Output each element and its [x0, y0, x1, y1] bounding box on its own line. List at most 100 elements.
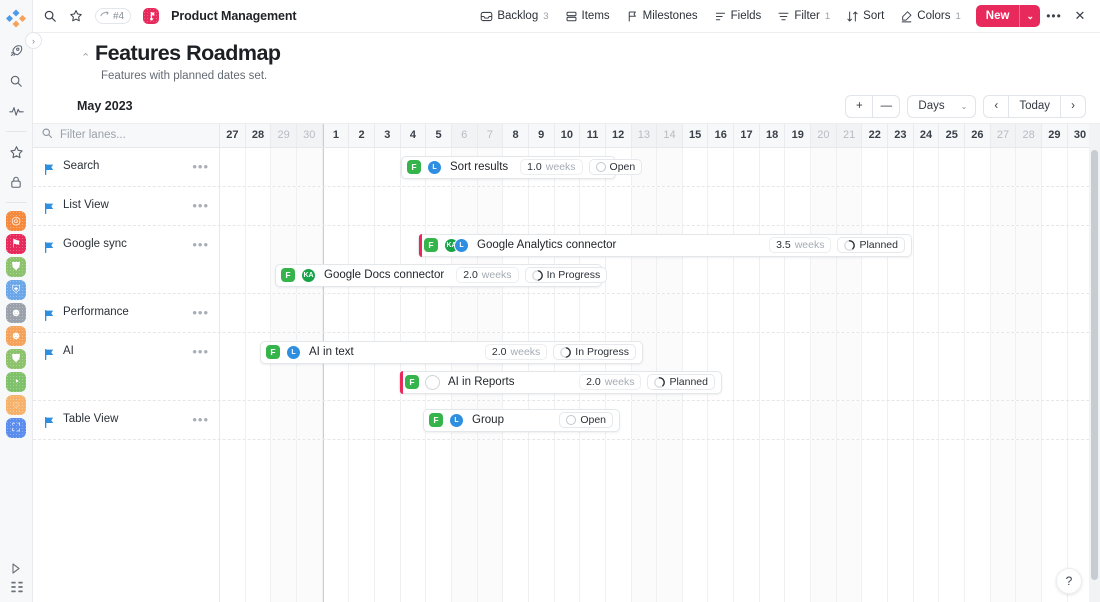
search-icon[interactable]	[5, 70, 27, 92]
lane-more-button[interactable]: •••	[192, 345, 209, 358]
app-person-gray[interactable]: ☻	[6, 303, 26, 323]
grid-cell-day-24[interactable]	[914, 226, 940, 293]
day-header-27[interactable]: 27	[991, 124, 1017, 147]
day-header-25[interactable]: 25	[939, 124, 965, 147]
day-header-17[interactable]: 17	[734, 124, 760, 147]
lane-label-search[interactable]: Search•••	[33, 148, 220, 186]
task-assignees[interactable]: KA	[301, 268, 316, 283]
grid-cell-day-28[interactable]	[246, 226, 272, 293]
grid-cell-day-28[interactable]	[1016, 187, 1042, 225]
task-assignees[interactable]: KAL	[444, 238, 469, 253]
item-id-badge[interactable]: #4	[95, 8, 131, 24]
grid-cell-day-2[interactable]	[349, 148, 375, 186]
day-header-8[interactable]: 8	[503, 124, 529, 147]
grid-cell-day-28[interactable]	[1016, 226, 1042, 293]
day-header-6[interactable]: 6	[452, 124, 478, 147]
grid-cell-day-10[interactable]	[555, 440, 581, 602]
star-icon[interactable]	[5, 141, 27, 163]
grid-cell-day-25[interactable]	[939, 187, 965, 225]
grid-cell-day-26[interactable]	[965, 226, 991, 293]
task-bar[interactable]: FLSort results1.0weeksOpen	[401, 156, 616, 179]
grid-cell-day-19[interactable]	[785, 294, 811, 332]
grid-cell-day-19[interactable]	[785, 187, 811, 225]
grid-cell-day-16[interactable]	[708, 148, 734, 186]
close-icon[interactable]: ✕	[1068, 4, 1092, 28]
task-status-chip[interactable]: In Progress	[553, 344, 636, 360]
grid-cell-day-23[interactable]	[888, 401, 914, 439]
grid-cell-day-27[interactable]	[220, 148, 246, 186]
grid-cell-day-28[interactable]	[1016, 294, 1042, 332]
prev-period-button[interactable]: ‹	[984, 96, 1008, 117]
grid-cell-day-29[interactable]	[1042, 187, 1068, 225]
app-product-management[interactable]: ⚑	[6, 234, 26, 254]
grid-cell-day-17[interactable]	[734, 333, 760, 400]
day-header-3[interactable]: 3	[375, 124, 401, 147]
day-header-2[interactable]: 2	[349, 124, 375, 147]
lanes-scroller[interactable]: Search•••FLSort results1.0weeksOpenList …	[33, 148, 1100, 602]
grid-cell-day-1[interactable]	[323, 401, 350, 439]
grid-cell-day-29[interactable]	[271, 148, 297, 186]
grid-cell-day-26[interactable]	[965, 440, 991, 602]
help-button[interactable]: ?	[1056, 568, 1082, 594]
day-header-29[interactable]: 29	[271, 124, 297, 147]
play-caret-icon[interactable]	[0, 563, 33, 574]
lane-timeline-body[interactable]	[220, 187, 1100, 225]
grid-cell-day-30[interactable]	[297, 187, 323, 225]
grid-cell-day-4[interactable]	[401, 294, 427, 332]
expand-sidebar-button[interactable]: ›	[25, 32, 42, 49]
grid-cell-day-11[interactable]	[580, 440, 606, 602]
grid-cell-day-16[interactable]	[708, 294, 734, 332]
grid-cell-day-24[interactable]	[914, 294, 940, 332]
grid-cell-day-28[interactable]	[246, 187, 272, 225]
grid-cell-day-14[interactable]	[657, 148, 683, 186]
grid-cell-day-17[interactable]	[734, 148, 760, 186]
task-status-chip[interactable]: Planned	[647, 374, 715, 390]
grid-cell-day-22[interactable]	[862, 294, 888, 332]
app-lifebuoy[interactable]: ◎	[6, 211, 26, 231]
grid-cell-day-5[interactable]	[426, 440, 452, 602]
day-header-22[interactable]: 22	[862, 124, 888, 147]
task-assignees[interactable]: L	[427, 160, 442, 175]
grid-cell-day-27[interactable]	[991, 333, 1017, 400]
grid-cell-day-20[interactable]	[811, 333, 837, 400]
grid-cell-day-30[interactable]	[297, 440, 323, 602]
grid-cell-day-15[interactable]	[683, 401, 709, 439]
grid-cell-day-29[interactable]	[271, 401, 297, 439]
grid-cell-day-26[interactable]	[965, 148, 991, 186]
grid-cell-day-5[interactable]	[426, 187, 452, 225]
grid-cell-day-29[interactable]	[271, 440, 297, 602]
task-resize-handle[interactable]	[400, 371, 403, 394]
grid-cell-day-22[interactable]	[862, 440, 888, 602]
scale-select-inner[interactable]: Days ⌄	[908, 96, 975, 117]
lane-more-button[interactable]: •••	[192, 306, 209, 319]
filter-lanes-input[interactable]	[60, 129, 190, 141]
grid-cell-day-24[interactable]	[914, 187, 940, 225]
grid-cell-day-22[interactable]	[862, 148, 888, 186]
lane-timeline-body[interactable]: FLSort results1.0weeksOpen	[220, 148, 1100, 186]
grid-cell-day-13[interactable]	[632, 440, 658, 602]
grid-cell-day-3[interactable]	[375, 440, 401, 602]
grid-cell-day-22[interactable]	[862, 333, 888, 400]
grid-cell-day-16[interactable]	[708, 187, 734, 225]
day-header-18[interactable]: 18	[760, 124, 786, 147]
grid-cell-day-29[interactable]	[1042, 333, 1068, 400]
grid-cell-day-23[interactable]	[888, 148, 914, 186]
grid-cell-day-26[interactable]	[965, 294, 991, 332]
day-header-16[interactable]: 16	[708, 124, 734, 147]
grid-cell-day-6[interactable]	[452, 187, 478, 225]
lane-label-table-view[interactable]: Table View•••	[33, 401, 220, 439]
task-duration-chip[interactable]: 1.0weeks	[520, 159, 582, 175]
toolbar-sort-button[interactable]: Sort	[839, 6, 891, 27]
grid-cell-day-27[interactable]	[220, 187, 246, 225]
grid-cell-day-3[interactable]	[375, 401, 401, 439]
toolbar-colors-button[interactable]: Colors1	[893, 6, 968, 27]
grid-cell-day-1[interactable]	[323, 440, 350, 602]
grid-cell-day-20[interactable]	[811, 187, 837, 225]
day-header-27[interactable]: 27	[220, 124, 246, 147]
grid-cell-day-25[interactable]	[939, 294, 965, 332]
grid-cell-day-27[interactable]	[220, 294, 246, 332]
zoom-in-button[interactable]: +	[846, 96, 872, 117]
grid-cell-day-23[interactable]	[888, 187, 914, 225]
lane-timeline-body[interactable]: FKALGoogle Analytics connector3.5weeksPl…	[220, 226, 1100, 293]
grid-cell-day-27[interactable]	[220, 226, 246, 293]
